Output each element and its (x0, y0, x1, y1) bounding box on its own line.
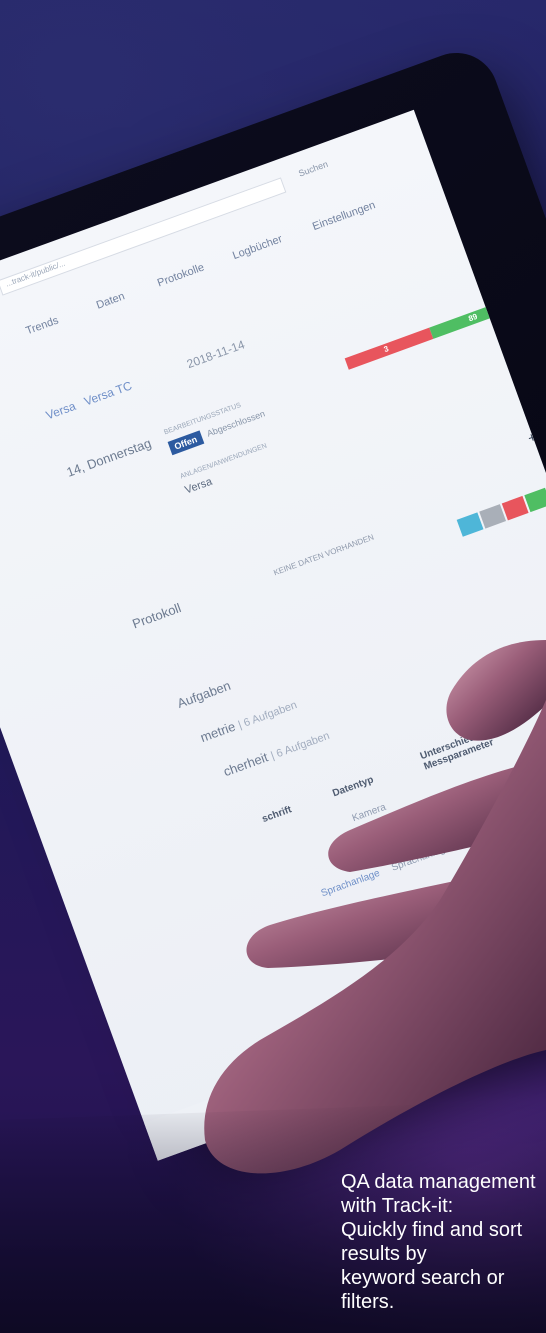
browser-search-box[interactable]: Suchen (297, 159, 329, 179)
breadcrumb-item[interactable]: Versa (44, 399, 78, 423)
caption-line: QA data management with Track-it: (341, 1171, 536, 1217)
table-cell: Torfunktion (429, 896, 480, 924)
protocol-heading: Protokoll (130, 600, 183, 632)
photo-background: ...track-it/public/... Suchen Trends Dat… (0, 0, 546, 1333)
table-cell: Kamera (350, 801, 388, 825)
toolbar-einstellungen[interactable]: Einstellungen (311, 199, 377, 233)
toolbar-trends[interactable]: Trends (24, 314, 60, 337)
breadcrumb[interactable]: Versa Versa TC (44, 378, 134, 422)
photo-caption: QA data management with Track-it: Quickl… (341, 1170, 541, 1314)
search-icon[interactable]: ⚲ (329, 1057, 351, 1086)
delete-button[interactable] (501, 495, 529, 521)
tablet-screen: ...track-it/public/... Suchen Trends Dat… (0, 109, 546, 1161)
progress-bar (484, 630, 546, 696)
task-view-icon[interactable]: ▯ (372, 1043, 391, 1070)
column-header-datentyp[interactable]: Datentyp (331, 774, 375, 799)
group-aufgaben[interactable]: Aufgaben (175, 678, 232, 711)
caption-line: Quickly find and sort results by (341, 1219, 523, 1265)
column-header-beschrift[interactable]: schrift (261, 804, 293, 825)
breadcrumb-item[interactable]: Versa TC (82, 378, 134, 408)
status-badge[interactable]: Offen (167, 430, 204, 456)
location-value: Versa (183, 475, 214, 497)
toolbar-protokolle[interactable]: Protokolle (156, 261, 206, 289)
windows-taskbar: ■ ⚲ ▯ e ■ (144, 917, 546, 1161)
view-button[interactable] (456, 512, 484, 537)
day-label: 14, Donnerstag (64, 435, 154, 480)
edge-browser-icon[interactable]: e (413, 1026, 431, 1051)
table-cell: Sprachanlage (390, 842, 452, 874)
group-sicherheit[interactable]: cherheit | 6 Aufgaben (221, 727, 331, 779)
location-label: ANLAGEN/ANWENDUNGEN (179, 442, 268, 481)
fail-bar (344, 327, 434, 370)
url-text: ...track-it/public/... (4, 258, 67, 289)
windows-icon[interactable]: ■ (288, 1075, 307, 1101)
table-cell[interactable]: Torfunktion (364, 920, 414, 947)
table-cell[interactable]: Lüftungsfunktion (403, 961, 476, 996)
table-cell[interactable]: Sprachanlage (320, 868, 382, 899)
toolbar-logbuecher[interactable]: Logbücher (231, 233, 284, 262)
record-date: 2018-11-14 (184, 337, 247, 372)
confirm-button[interactable] (524, 487, 546, 513)
toolbar-daten[interactable]: Daten (95, 290, 127, 311)
column-header-messparameter[interactable]: Unterschiedliche Messparameter (419, 714, 530, 772)
folder-icon[interactable]: ■ (456, 1012, 475, 1038)
no-data-note: KEINE DATEN VORHANDEN (272, 532, 376, 578)
table-cell: Lüftungsfunktion (478, 933, 546, 970)
caption-line: keyword search or filters. (341, 1267, 505, 1313)
group-metrie[interactable]: metrie | 6 Aufgaben (198, 696, 298, 745)
edit-button[interactable] (479, 504, 507, 529)
